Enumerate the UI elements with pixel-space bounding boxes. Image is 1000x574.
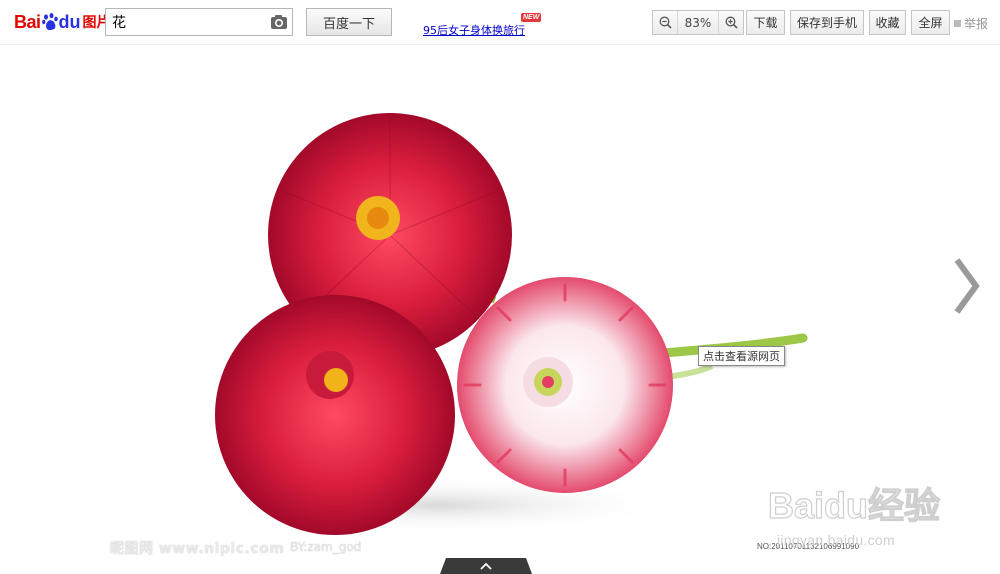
download-button[interactable]: 下载 xyxy=(746,10,785,35)
view-source-tooltip[interactable]: 点击查看源网页 xyxy=(698,346,785,366)
new-badge: NEW xyxy=(521,13,542,22)
report-label: 举报 xyxy=(964,17,989,31)
zoom-control: 83% xyxy=(652,10,744,35)
zoom-in-icon xyxy=(725,16,738,29)
zoom-in-button[interactable] xyxy=(719,11,743,34)
top-toolbar: Bai du 图片 百度一下 95后女子身体换旅行 NEW xyxy=(0,0,1000,45)
next-image-arrow-icon[interactable] xyxy=(952,258,980,314)
watermark-site: 昵图网 www.nipic.com xyxy=(110,541,285,557)
baidu-watermark-url: jingyan.baidu.com xyxy=(777,532,895,548)
image-viewer: 点击查看源网页 昵图网 www.nipic.com BY:zam_god NO:… xyxy=(0,45,1000,574)
search-box xyxy=(105,8,293,36)
collapse-panel-button[interactable] xyxy=(440,558,532,574)
camera-icon[interactable] xyxy=(270,14,288,30)
zoom-out-icon xyxy=(659,16,672,29)
watermark-by: BY:zam_god xyxy=(290,540,362,554)
zoom-out-button[interactable] xyxy=(653,11,677,34)
baidu-watermark-brand: Baidu经验 xyxy=(768,485,940,526)
search-input[interactable] xyxy=(106,9,268,35)
save-to-phone-button[interactable]: 保存到手机 xyxy=(790,10,864,35)
zoom-level: 83% xyxy=(677,11,719,34)
fullscreen-button[interactable]: 全屏 xyxy=(911,10,950,35)
favorite-button[interactable]: 收藏 xyxy=(869,10,906,35)
promo-link[interactable]: 95后女子身体换旅行 xyxy=(423,22,525,38)
report-link[interactable]: 举报 xyxy=(954,15,988,32)
logo-du: du xyxy=(58,11,81,32)
baidu-images-logo[interactable]: Bai du 图片 xyxy=(14,8,111,36)
logo-bai: Bai xyxy=(14,11,41,32)
report-icon xyxy=(954,20,961,27)
paw-logo-icon xyxy=(41,13,58,31)
search-button[interactable]: 百度一下 xyxy=(306,8,392,36)
